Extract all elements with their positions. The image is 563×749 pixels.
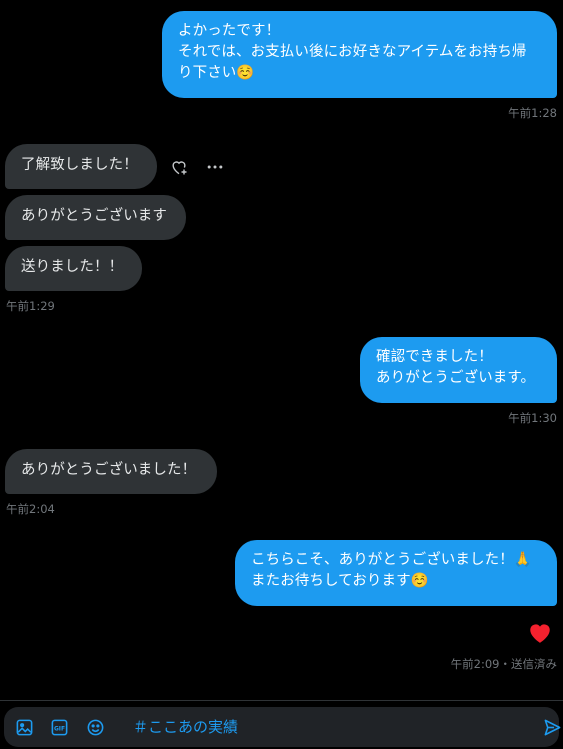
heart-icon[interactable] [527,620,553,644]
image-icon [16,719,32,735]
more-dots-icon [207,165,223,169]
message-timestamp: 午前2:04 [6,502,55,516]
media-button[interactable] [14,717,34,737]
emoji-icon [87,719,103,735]
message-timestamp: 午前1:29 [6,299,55,313]
sent-message[interactable]: こちらこそ、ありがとうございました！🙏 またお待ちしております☺️ [235,540,557,606]
received-message[interactable]: ありがとうございました！ [5,449,217,494]
react-button[interactable] [168,156,190,178]
message-composer: GIF ＃ここあの実績 [0,700,563,749]
gif-button[interactable]: GIF [49,717,69,737]
message-timestamp: 午前1:28 [508,106,557,120]
more-button[interactable] [204,156,226,178]
composer-input-box[interactable]: GIF ＃ここあの実績 [4,707,562,747]
emoji-button[interactable] [85,717,105,737]
gif-icon: GIF [51,719,67,735]
heart-plus-icon [172,161,187,175]
received-message[interactable]: 送りました！！ [5,246,142,291]
svg-text:GIF: GIF [53,725,64,732]
send-icon [544,719,560,735]
message-timestamp-status: 午前2:09・送信済み [450,657,557,671]
sent-message[interactable]: よかったです！ それでは、お支払い後にお好きなアイテムをお持ち帰り下さい☺️ [162,11,557,98]
send-button[interactable] [542,717,562,737]
sent-message[interactable]: 確認できました！ ありがとうございます。 [360,337,557,403]
received-message[interactable]: ありがとうございます [5,195,186,240]
received-message[interactable]: 了解致しました！ [5,144,157,189]
message-thread: よかったです！ それでは、お支払い後にお好きなアイテムをお持ち帰り下さい☺️ 午… [0,0,563,700]
message-input[interactable]: ＃ここあの実績 [133,717,238,737]
message-timestamp: 午前1:30 [508,411,557,425]
